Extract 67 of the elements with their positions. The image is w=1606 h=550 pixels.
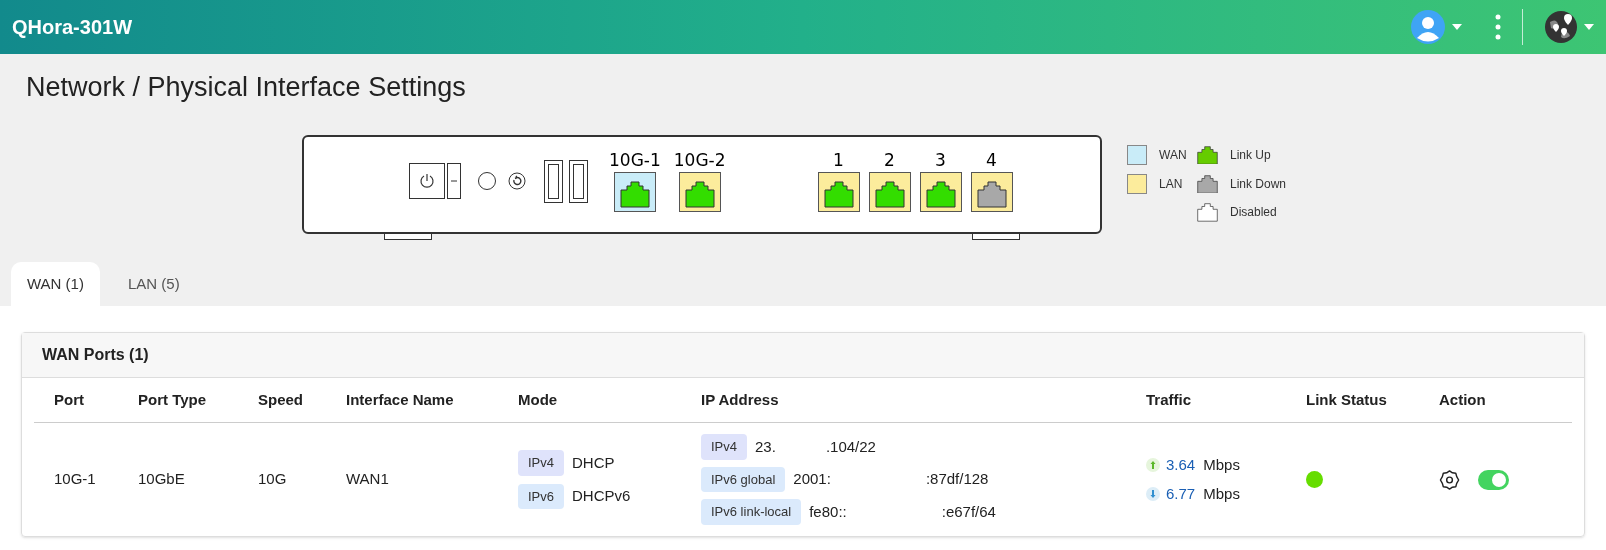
column-header: IP Address — [700, 389, 780, 410]
traffic-unit: Mbps — [1203, 483, 1240, 504]
table-cell-text: 10G — [257, 469, 288, 490]
legend-label: WAN — [1159, 147, 1187, 164]
side-slot-drawing — [447, 163, 461, 199]
table-cell-text: 10GbE — [137, 469, 186, 490]
mode-value: DHCP — [572, 452, 615, 473]
app-title: QHora-301W — [12, 15, 133, 40]
port-label: 4 — [986, 150, 997, 170]
ip-tag: IPv6 link-local — [701, 499, 802, 525]
legend-label: Disabled — [1230, 204, 1277, 222]
user-avatar-icon[interactable] — [1410, 9, 1446, 45]
ethernet-port[interactable] — [678, 172, 721, 212]
ethernet-port[interactable] — [919, 172, 962, 212]
ip-tag: IPv4 — [518, 450, 564, 476]
legend-label: Link Down — [1230, 176, 1287, 193]
ethernet-port[interactable] — [868, 172, 911, 212]
tab[interactable]: LAN (5) — [111, 262, 196, 306]
enable-toggle[interactable] — [1478, 469, 1509, 490]
ip-address-suffix: .104/22 — [825, 436, 876, 457]
ethernet-port[interactable] — [970, 172, 1013, 212]
port-label: 10G-1 — [609, 150, 661, 170]
usb-port[interactable] — [544, 159, 563, 203]
column-header: Port Type — [137, 389, 208, 410]
legend-label: Link Up — [1230, 147, 1271, 164]
reset-icon[interactable] — [508, 172, 526, 190]
table-cell-text: 10G-1 — [53, 469, 97, 490]
ip-tag: IPv6 — [518, 483, 564, 509]
column-header: Action — [1438, 389, 1487, 410]
usb-port[interactable] — [569, 159, 588, 203]
ip-tag: IPv6 global — [701, 466, 786, 493]
ethernet-port[interactable] — [613, 172, 656, 212]
port-label: 2 — [884, 150, 895, 170]
card-title: WAN Ports (1) — [42, 345, 149, 365]
ip-address-prefix: 23. — [755, 436, 776, 457]
column-header: Mode — [517, 389, 559, 410]
tab[interactable]: WAN (1) — [11, 262, 100, 306]
ip-address-suffix: :e67f/64 — [941, 501, 996, 522]
legend-swatch — [1127, 145, 1147, 165]
power-button[interactable] — [409, 163, 445, 199]
settings-icon[interactable] — [1439, 468, 1461, 491]
column-header: Traffic — [1145, 389, 1192, 410]
ip-address-prefix: 2001: — [793, 469, 831, 490]
port-label: 10G-2 — [673, 150, 726, 170]
column-header: Port — [53, 389, 85, 410]
traffic-value: 3.64 — [1166, 455, 1196, 475]
ip-address-prefix: fe80:: — [809, 501, 847, 522]
column-header: Speed — [257, 389, 304, 410]
ip-tag: IPv4 — [701, 434, 747, 460]
port-icon — [1197, 145, 1218, 165]
page-title: Network / Physical Interface Settings — [26, 71, 467, 103]
traffic-unit: Mbps — [1203, 455, 1240, 475]
power-icon — [419, 173, 435, 189]
column-header: Link Status — [1305, 389, 1388, 410]
port-label: 3 — [935, 150, 946, 170]
traffic-value: 6.77 — [1166, 483, 1196, 504]
table-cell-text: WAN1 — [345, 469, 390, 490]
globe-pin-icon[interactable] — [1544, 10, 1578, 44]
port-icon — [1197, 174, 1218, 194]
legend-label: LAN — [1159, 176, 1183, 193]
port-icon — [1197, 203, 1218, 222]
ethernet-port[interactable] — [817, 172, 860, 212]
legend-swatch — [1127, 174, 1147, 194]
mode-value: DHCPv6 — [572, 486, 631, 506]
ip-address-suffix: :87df/128 — [925, 469, 989, 490]
column-header: Interface Name — [345, 389, 455, 410]
port-label: 1 — [833, 150, 844, 170]
